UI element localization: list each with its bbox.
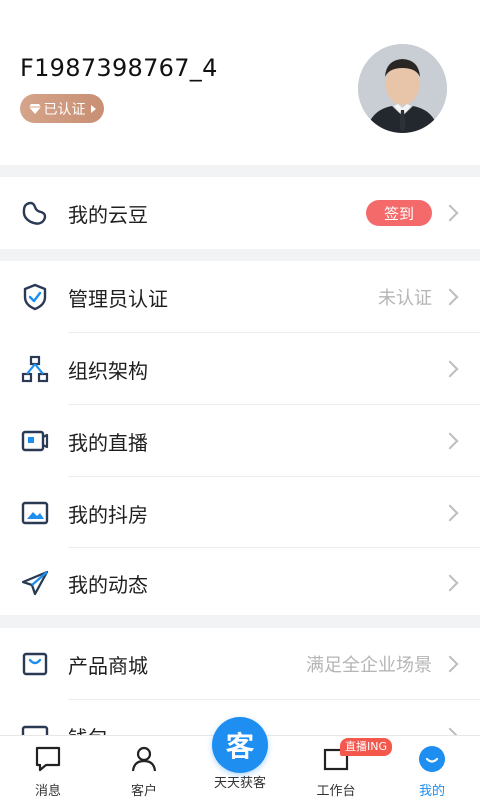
live-camera-icon (21, 430, 49, 452)
menu-label: 我的抖房 (68, 502, 148, 527)
menu-item-live[interactable]: 我的直播 (0, 405, 480, 477)
chevron-right-icon (441, 288, 459, 306)
tab-label: 消息 (34, 784, 61, 799)
menu-item-douyin-house[interactable]: 我的抖房 (0, 477, 480, 549)
bean-icon (22, 201, 47, 225)
live-badge: 直播ING (340, 738, 392, 756)
menu-label: 我的云豆 (68, 202, 148, 227)
user-icon (131, 746, 157, 772)
avatar[interactable] (358, 44, 447, 133)
username: F1987398767_4 (20, 54, 218, 82)
center-action-button[interactable]: 客 (212, 717, 268, 773)
message-icon (35, 746, 61, 772)
tab-customers[interactable]: 客户 (96, 744, 192, 799)
arrow-right-icon (90, 104, 96, 113)
menu-item-mall[interactable]: 产品商城 满足全企业场景 (0, 628, 480, 700)
tab-label: 我的 (418, 784, 445, 799)
chevron-right-icon (441, 360, 459, 378)
chevron-right-icon (441, 655, 459, 673)
menu-label: 我的动态 (68, 572, 148, 597)
chevron-right-icon (441, 432, 459, 450)
chevron-right-icon (441, 727, 459, 735)
signin-button[interactable]: 签到 (366, 200, 432, 226)
mall-subtitle: 满足全企业场景 (306, 655, 432, 676)
menu-item-admin-cert[interactable]: 管理员认证 未认证 (0, 261, 480, 333)
menu-item-org[interactable]: 组织架构 (0, 333, 480, 405)
tab-label: 工作台 (316, 784, 356, 799)
menu-item-cloud-beans[interactable]: 我的云豆 签到 (0, 177, 480, 249)
diamond-icon (28, 103, 41, 114)
chevron-right-icon (441, 504, 459, 522)
avatar-photo (358, 44, 447, 133)
chevron-right-icon (441, 204, 459, 222)
menu-label: 产品商城 (68, 653, 148, 678)
image-icon (21, 501, 49, 525)
menu-item-moments[interactable]: 我的动态 (0, 547, 480, 619)
profile-header: F1987398767_4 已认证 (0, 0, 480, 165)
certified-label: 已认证 (43, 101, 86, 118)
tab-mine[interactable]: 我的 (384, 744, 480, 799)
tab-label: 天天获客 (213, 776, 266, 791)
wallet-icon (21, 725, 49, 735)
shield-check-icon (23, 283, 47, 311)
tab-center[interactable]: 天天获客 (192, 770, 288, 791)
tab-label: 客户 (130, 784, 157, 799)
org-chart-icon (21, 355, 49, 383)
tab-messages[interactable]: 消息 (0, 744, 96, 799)
menu-label: 我的直播 (68, 430, 148, 455)
shopping-bag-icon (22, 652, 48, 676)
certified-badge[interactable]: 已认证 (20, 94, 104, 123)
menu-label: 钱包 (68, 722, 108, 736)
smile-icon (419, 746, 445, 772)
section-cloud-beans: 我的云豆 签到 (0, 177, 480, 249)
paper-plane-icon (21, 570, 49, 596)
menu-label: 组织架构 (68, 358, 148, 383)
chevron-right-icon (441, 574, 459, 592)
section-main-menu: 管理员认证 未认证 组织架构 我的直播 我的抖房 我的动态 (0, 261, 480, 615)
menu-label: 管理员认证 (68, 286, 168, 311)
cert-status: 未认证 (378, 288, 432, 309)
